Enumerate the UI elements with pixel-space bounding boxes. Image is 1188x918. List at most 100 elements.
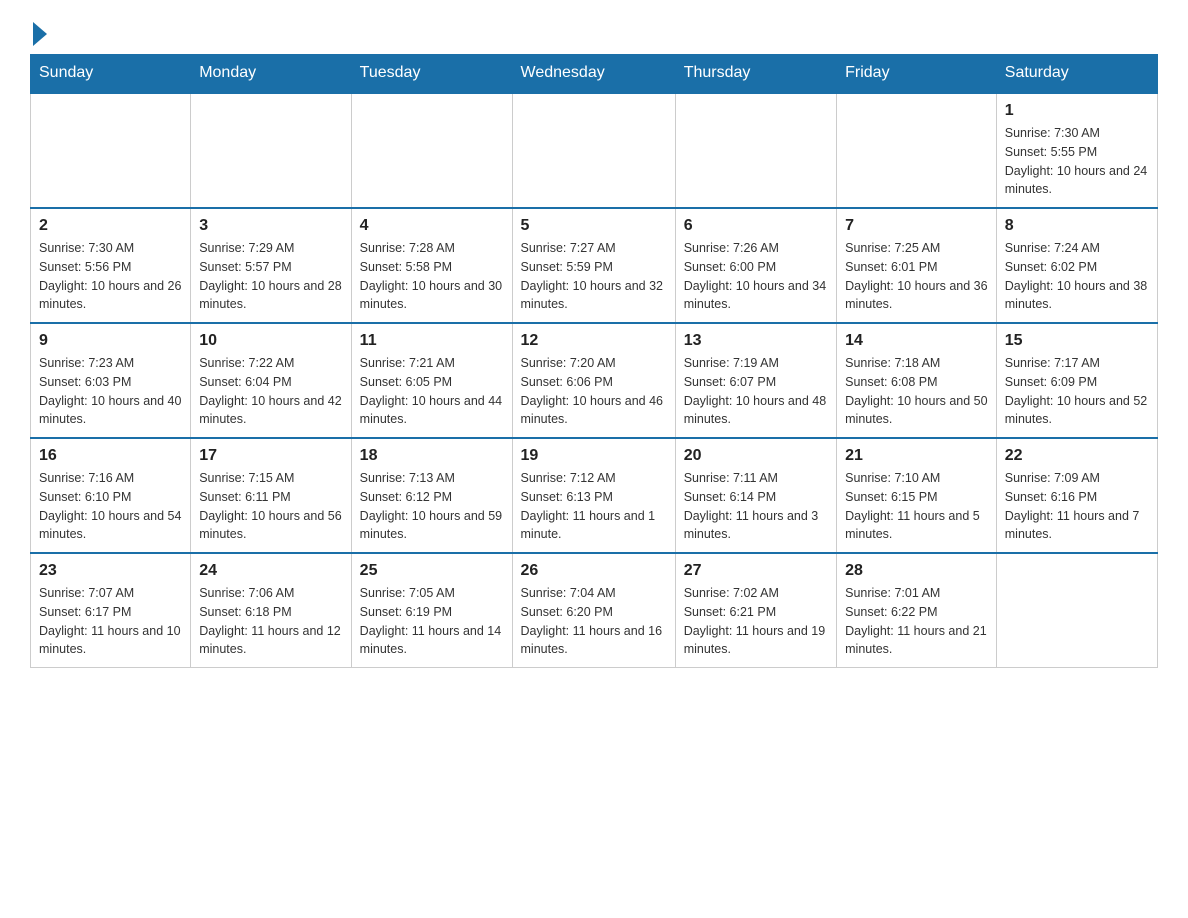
day-number: 20	[684, 447, 828, 465]
calendar-cell: 4 Sunrise: 7:28 AMSunset: 5:58 PMDaylight…	[351, 208, 512, 323]
day-number: 10	[199, 332, 342, 350]
day-info: Sunrise: 7:29 AMSunset: 5:57 PMDaylight:…	[199, 239, 342, 314]
calendar-cell: 15 Sunrise: 7:17 AMSunset: 6:09 PMDayligh…	[996, 323, 1157, 438]
calendar-week-4: 16Sunrise: 7:16 AMSunset: 6:10 PMDayligh…	[31, 438, 1158, 553]
calendar-week-1: 1 Sunrise: 7:30 AMSunset: 5:55 PMDaylight…	[31, 93, 1158, 208]
day-number: 26	[521, 562, 667, 580]
day-info: Sunrise: 7:18 AMSunset: 6:08 PMDaylight:…	[845, 354, 988, 429]
day-info: Sunrise: 7:11 AMSunset: 6:14 PMDaylight:…	[684, 469, 828, 544]
day-number: 5	[521, 217, 667, 235]
day-number: 2	[39, 217, 182, 235]
calendar-cell: 13 Sunrise: 7:19 AMSunset: 6:07 PMDayligh…	[675, 323, 836, 438]
day-number: 4	[360, 217, 504, 235]
calendar-cell: 18 Sunrise: 7:13 AMSunset: 6:12 PMDayligh…	[351, 438, 512, 553]
day-info: Sunrise: 7:23 AMSunset: 6:03 PMDaylight:…	[39, 354, 182, 429]
day-number: 28	[845, 562, 988, 580]
calendar-week-2: 2 Sunrise: 7:30 AMSunset: 5:56 PMDaylight…	[31, 208, 1158, 323]
day-info: Sunrise: 7:01 AMSunset: 6:22 PMDaylight:…	[845, 584, 988, 659]
day-info: Sunrise: 7:20 AMSunset: 6:06 PMDaylight:…	[521, 354, 667, 429]
day-info: Sunrise: 7:22 AMSunset: 6:04 PMDaylight:…	[199, 354, 342, 429]
calendar-week-5: 23 Sunrise: 7:07 AMSunset: 6:17 PMDayligh…	[31, 553, 1158, 668]
calendar-cell: 9Sunrise: 7:23 AMSunset: 6:03 PMDaylight…	[31, 323, 191, 438]
calendar-cell	[675, 93, 836, 208]
day-info: Sunrise: 7:12 AMSunset: 6:13 PMDaylight:…	[521, 469, 667, 544]
calendar-cell: 27 Sunrise: 7:02 AMSunset: 6:21 PMDayligh…	[675, 553, 836, 668]
weekday-header-thursday: Thursday	[675, 54, 836, 93]
weekday-header-sunday: Sunday	[31, 54, 191, 93]
weekday-header-saturday: Saturday	[996, 54, 1157, 93]
day-info: Sunrise: 7:26 AMSunset: 6:00 PMDaylight:…	[684, 239, 828, 314]
day-number: 14	[845, 332, 988, 350]
day-number: 12	[521, 332, 667, 350]
day-number: 3	[199, 217, 342, 235]
day-info: Sunrise: 7:15 AMSunset: 6:11 PMDaylight:…	[199, 469, 342, 544]
day-info: Sunrise: 7:27 AMSunset: 5:59 PMDaylight:…	[521, 239, 667, 314]
logo	[30, 20, 47, 44]
day-info: Sunrise: 7:25 AMSunset: 6:01 PMDaylight:…	[845, 239, 988, 314]
calendar-cell: 16Sunrise: 7:16 AMSunset: 6:10 PMDayligh…	[31, 438, 191, 553]
weekday-header-wednesday: Wednesday	[512, 54, 675, 93]
day-info: Sunrise: 7:10 AMSunset: 6:15 PMDaylight:…	[845, 469, 988, 544]
day-number: 21	[845, 447, 988, 465]
day-number: 22	[1005, 447, 1149, 465]
calendar-cell: 6 Sunrise: 7:26 AMSunset: 6:00 PMDaylight…	[675, 208, 836, 323]
calendar-week-3: 9Sunrise: 7:23 AMSunset: 6:03 PMDaylight…	[31, 323, 1158, 438]
calendar-cell: 7 Sunrise: 7:25 AMSunset: 6:01 PMDaylight…	[837, 208, 997, 323]
calendar-cell: 26 Sunrise: 7:04 AMSunset: 6:20 PMDayligh…	[512, 553, 675, 668]
calendar-cell: 3 Sunrise: 7:29 AMSunset: 5:57 PMDaylight…	[191, 208, 351, 323]
calendar-cell: 23 Sunrise: 7:07 AMSunset: 6:17 PMDayligh…	[31, 553, 191, 668]
calendar-cell: 21 Sunrise: 7:10 AMSunset: 6:15 PMDayligh…	[837, 438, 997, 553]
day-info: Sunrise: 7:06 AMSunset: 6:18 PMDaylight:…	[199, 584, 342, 659]
calendar-cell: 10 Sunrise: 7:22 AMSunset: 6:04 PMDayligh…	[191, 323, 351, 438]
day-info: Sunrise: 7:30 AMSunset: 5:56 PMDaylight:…	[39, 239, 182, 314]
calendar-cell: 1 Sunrise: 7:30 AMSunset: 5:55 PMDaylight…	[996, 93, 1157, 208]
day-info: Sunrise: 7:28 AMSunset: 5:58 PMDaylight:…	[360, 239, 504, 314]
calendar-cell: 20 Sunrise: 7:11 AMSunset: 6:14 PMDayligh…	[675, 438, 836, 553]
day-info: Sunrise: 7:09 AMSunset: 6:16 PMDaylight:…	[1005, 469, 1149, 544]
calendar-cell: 11Sunrise: 7:21 AMSunset: 6:05 PMDayligh…	[351, 323, 512, 438]
page-header	[30, 20, 1158, 44]
calendar-cell: 19 Sunrise: 7:12 AMSunset: 6:13 PMDayligh…	[512, 438, 675, 553]
day-number: 15	[1005, 332, 1149, 350]
day-info: Sunrise: 7:19 AMSunset: 6:07 PMDaylight:…	[684, 354, 828, 429]
day-info: Sunrise: 7:02 AMSunset: 6:21 PMDaylight:…	[684, 584, 828, 659]
calendar-cell: 8Sunrise: 7:24 AMSunset: 6:02 PMDaylight…	[996, 208, 1157, 323]
day-number: 19	[521, 447, 667, 465]
calendar-cell	[837, 93, 997, 208]
weekday-header-friday: Friday	[837, 54, 997, 93]
day-info: Sunrise: 7:05 AMSunset: 6:19 PMDaylight:…	[360, 584, 504, 659]
day-number: 1	[1005, 102, 1149, 120]
weekday-header-tuesday: Tuesday	[351, 54, 512, 93]
day-number: 27	[684, 562, 828, 580]
day-number: 7	[845, 217, 988, 235]
day-info: Sunrise: 7:07 AMSunset: 6:17 PMDaylight:…	[39, 584, 182, 659]
logo-arrow-icon	[33, 22, 47, 46]
calendar-cell	[191, 93, 351, 208]
day-number: 24	[199, 562, 342, 580]
day-number: 8	[1005, 217, 1149, 235]
day-info: Sunrise: 7:13 AMSunset: 6:12 PMDaylight:…	[360, 469, 504, 544]
day-number: 18	[360, 447, 504, 465]
calendar-cell	[351, 93, 512, 208]
day-info: Sunrise: 7:04 AMSunset: 6:20 PMDaylight:…	[521, 584, 667, 659]
calendar-cell	[996, 553, 1157, 668]
calendar-cell: 24 Sunrise: 7:06 AMSunset: 6:18 PMDayligh…	[191, 553, 351, 668]
calendar-cell: 28 Sunrise: 7:01 AMSunset: 6:22 PMDayligh…	[837, 553, 997, 668]
calendar-header-row: SundayMondayTuesdayWednesdayThursdayFrid…	[31, 54, 1158, 93]
day-number: 17	[199, 447, 342, 465]
day-number: 6	[684, 217, 828, 235]
day-number: 16	[39, 447, 182, 465]
day-number: 13	[684, 332, 828, 350]
calendar-cell: 12 Sunrise: 7:20 AMSunset: 6:06 PMDayligh…	[512, 323, 675, 438]
calendar-cell: 25 Sunrise: 7:05 AMSunset: 6:19 PMDayligh…	[351, 553, 512, 668]
calendar-cell: 5 Sunrise: 7:27 AMSunset: 5:59 PMDaylight…	[512, 208, 675, 323]
day-number: 11	[360, 332, 504, 350]
day-info: Sunrise: 7:17 AMSunset: 6:09 PMDaylight:…	[1005, 354, 1149, 429]
calendar-cell: 22 Sunrise: 7:09 AMSunset: 6:16 PMDayligh…	[996, 438, 1157, 553]
calendar-cell: 17 Sunrise: 7:15 AMSunset: 6:11 PMDayligh…	[191, 438, 351, 553]
day-number: 23	[39, 562, 182, 580]
day-number: 25	[360, 562, 504, 580]
calendar-cell	[31, 93, 191, 208]
day-info: Sunrise: 7:30 AMSunset: 5:55 PMDaylight:…	[1005, 124, 1149, 199]
weekday-header-monday: Monday	[191, 54, 351, 93]
